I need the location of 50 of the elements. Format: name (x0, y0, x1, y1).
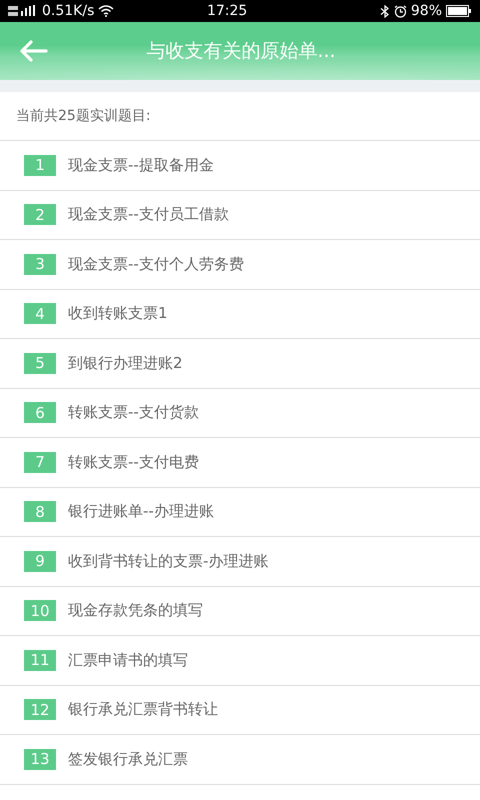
page-title: 与收支有关的原始单... (145, 39, 337, 64)
exercise-item[interactable]: 9 收到背书转让的支票-办理进账 (0, 537, 480, 586)
exercise-item[interactable]: 8 银行进账单--办理进账 (0, 488, 480, 537)
exercise-item[interactable]: 7 转账支票--支付电费 (0, 438, 480, 488)
exercise-item[interactable]: 6 转账支票--支付货款 (0, 388, 480, 438)
exercise-title: 签发银行承兑汇票 (68, 750, 188, 769)
exercise-count-label: 当前共25题实训题目: (16, 107, 151, 125)
number-badge: 9 (24, 550, 56, 572)
number-badge: 5 (24, 352, 56, 374)
exercise-title: 现金支票--支付员工借款 (68, 205, 229, 224)
exercise-title: 现金支票--支付个人劳务费 (68, 254, 244, 274)
exercise-item[interactable]: 11 汇票申请书的填写 (0, 636, 480, 686)
exercise-item[interactable]: 10 现金存款凭条的填写 (0, 586, 480, 636)
exercise-title: 转账支票--支付电费 (68, 452, 199, 472)
number-badge: 4 (24, 303, 56, 324)
exercise-item[interactable]: 12 银行承兑汇票背书转让 (0, 686, 480, 735)
exercise-title: 收到转账支票1 (68, 304, 168, 324)
number-badge: 12 (24, 699, 56, 720)
battery-icon (446, 5, 472, 17)
number-badge: 10 (24, 600, 56, 622)
number-badge: 11 (24, 650, 56, 671)
exercise-title: 银行进账单--办理进账 (68, 502, 214, 522)
exercise-title: 汇票申请书的填写 (68, 650, 188, 670)
exercise-title: 转账支票--支付货款 (68, 403, 199, 422)
exercise-title: 现金存款凭条的填写 (68, 601, 203, 620)
exercise-item[interactable]: 2 现金支票--支付员工借款 (0, 190, 480, 240)
alarm-clock-icon (394, 4, 407, 18)
exercise-item[interactable]: 3 现金支票--支付个人劳务费 (0, 240, 480, 290)
number-badge: 6 (24, 402, 56, 424)
exercise-title: 收到背书转让的支票-办理进账 (68, 552, 268, 571)
back-arrow-icon[interactable] (20, 40, 48, 62)
clock: 17:25 (206, 3, 248, 19)
exercise-item[interactable]: 5 到银行办理进账2 (0, 339, 480, 388)
bluetooth-icon (380, 4, 390, 18)
exercise-title: 银行承兑汇票背书转让 (68, 700, 218, 720)
cellular-signal-icon (8, 5, 38, 17)
number-badge: 1 (24, 154, 56, 176)
number-badge: 7 (24, 452, 56, 473)
exercise-title: 到银行办理进账2 (68, 354, 183, 373)
network-speed: 0.51K/s (42, 3, 94, 19)
battery-percent: 98% (410, 3, 442, 19)
number-badge: 13 (24, 748, 56, 770)
wifi-icon (98, 5, 114, 17)
number-badge: 3 (24, 254, 56, 275)
exercise-item[interactable]: 4 收到转账支票1 (0, 290, 480, 339)
exercise-item[interactable]: 13 签发银行承兑汇票 (0, 735, 480, 784)
exercise-title: 现金支票--提取备用金 (68, 156, 214, 175)
number-badge: 8 (24, 501, 56, 522)
number-badge: 2 (24, 204, 56, 226)
exercise-item[interactable]: 1 现金支票--提取备用金 (0, 141, 480, 190)
